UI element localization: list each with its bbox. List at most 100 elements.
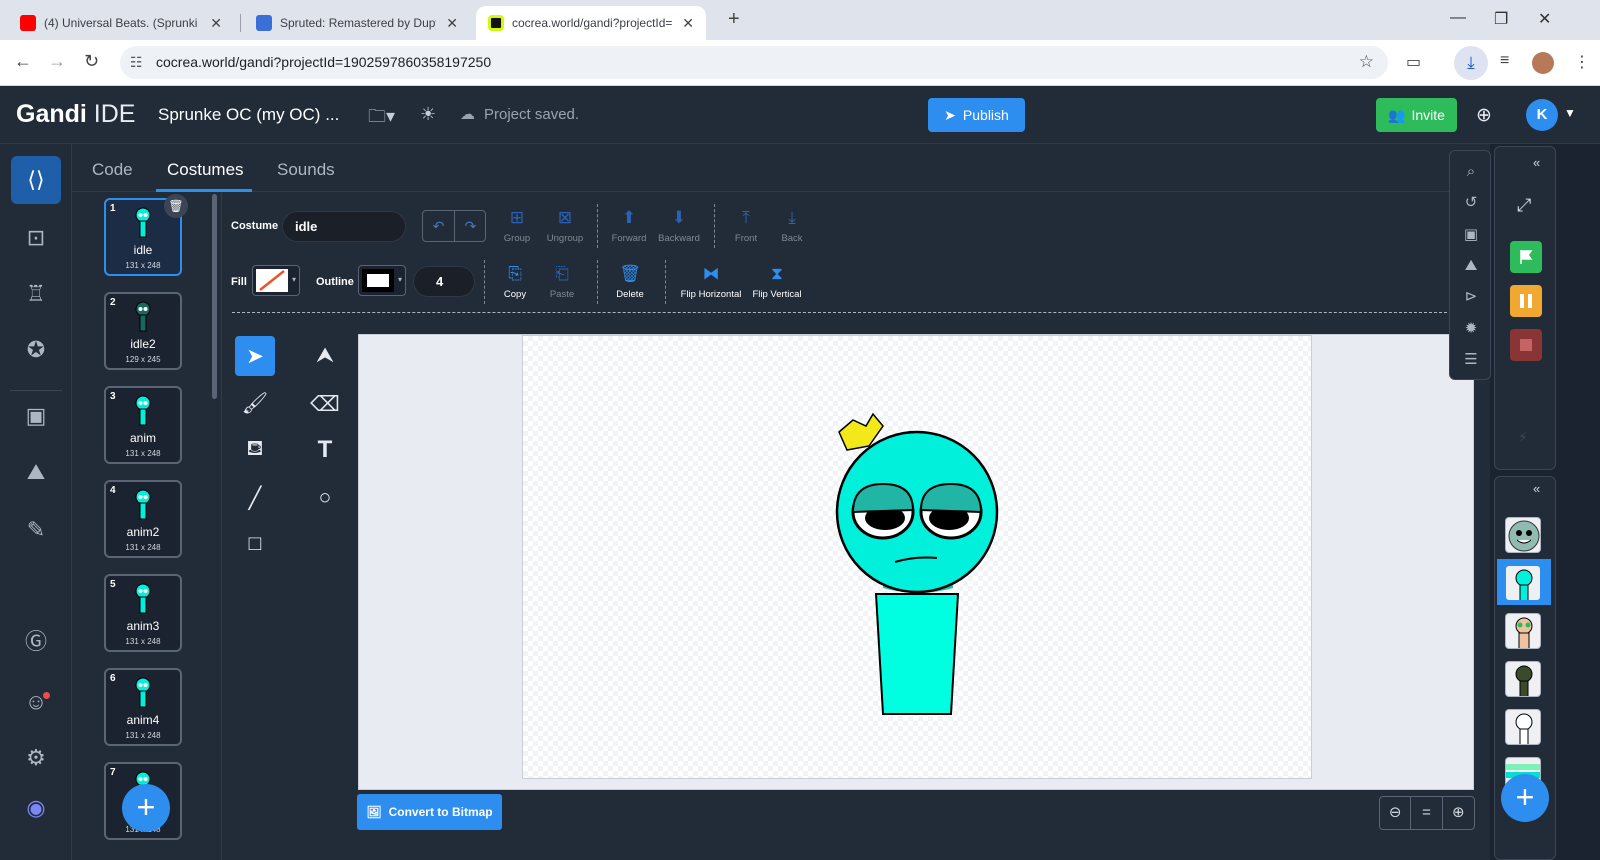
- reshape-tool-icon[interactable]: ⮝: [305, 336, 345, 376]
- forward-button[interactable]: →: [48, 51, 66, 72]
- add-sprite-button[interactable]: +: [1501, 774, 1549, 822]
- browser-tab[interactable]: (4) Universal Beats. (Sprunki + b ✕: [8, 6, 234, 40]
- convert-to-bitmap-button[interactable]: 🖼 Convert to Bitmap: [357, 794, 502, 830]
- flip-horizontal-button[interactable]: ⧓ Flip Horizontal: [680, 264, 742, 300]
- search-code-icon[interactable]: ⌕: [1460, 161, 1482, 183]
- minimize-button[interactable]: —: [1450, 9, 1466, 27]
- badge-icon[interactable]: ✪: [11, 326, 61, 374]
- download-icon[interactable]: ⤓: [1454, 46, 1488, 80]
- chevron-down-icon[interactable]: ▼: [1564, 106, 1576, 120]
- artboard[interactable]: [522, 335, 1312, 779]
- browser-tab-active[interactable]: cocrea.world/gandi?projectId= ✕: [476, 6, 706, 40]
- select-tool-icon[interactable]: ➤: [235, 336, 275, 376]
- redo-icon[interactable]: ↷: [455, 211, 486, 241]
- circle-tool-icon[interactable]: ○: [305, 478, 345, 518]
- cast-icon[interactable]: ▭: [1406, 52, 1421, 72]
- bookmark-star-icon[interactable]: ☆: [1359, 52, 1374, 72]
- close-icon[interactable]: ✕: [682, 15, 694, 32]
- paint-canvas[interactable]: [358, 334, 1474, 790]
- browser-menu-icon[interactable]: ⋮: [1574, 52, 1590, 72]
- close-icon[interactable]: ✕: [210, 15, 222, 32]
- restore-button[interactable]: ❐: [1494, 9, 1508, 29]
- zoom-in-icon[interactable]: ⊕: [1443, 797, 1474, 829]
- sprite-item[interactable]: [1505, 517, 1541, 553]
- omnibox[interactable]: ☷ cocrea.world/gandi?projectId=190259786…: [120, 46, 1388, 79]
- collapse-icon[interactable]: «: [1533, 481, 1540, 496]
- flip-vertical-button[interactable]: ⧗ Flip Vertical: [748, 264, 806, 300]
- eraser-tool-icon[interactable]: ⌫: [305, 384, 345, 424]
- costume-item[interactable]: 6 anim4 131 x 248: [104, 668, 182, 746]
- window-close-button[interactable]: ✕: [1538, 9, 1551, 29]
- code-view-icon[interactable]: ⟨⟩: [11, 156, 61, 204]
- browser-tab[interactable]: Spruted: Remastered by Dupy's ✕: [244, 6, 470, 40]
- green-flag-button[interactable]: [1510, 241, 1542, 273]
- turbo-icon[interactable]: ⚡: [1518, 429, 1528, 446]
- copy-button[interactable]: ⎘ Copy: [488, 264, 542, 300]
- fill-tool-icon[interactable]: ⛾: [235, 430, 275, 470]
- costume-name-input[interactable]: idle: [282, 211, 406, 242]
- costume-item[interactable]: 2 idle2 129 x 245: [104, 292, 182, 370]
- forward-button[interactable]: ⬆ Forward: [602, 208, 656, 244]
- new-tab-button[interactable]: +: [728, 8, 740, 31]
- canvas-scrollbar[interactable]: [1474, 334, 1486, 790]
- debug-icon[interactable]: ✹: [1460, 318, 1482, 340]
- trophy-icon[interactable]: ♖: [11, 270, 61, 318]
- costume-item[interactable]: 5 anim3 131 x 248: [104, 574, 182, 652]
- book-edit-icon[interactable]: ✎: [11, 506, 61, 554]
- reload-button[interactable]: ↻: [84, 51, 99, 72]
- pause-button[interactable]: [1510, 285, 1542, 317]
- document-icon[interactable]: ☰: [1460, 349, 1482, 371]
- ungroup-button[interactable]: ⊠ Ungroup: [538, 208, 592, 244]
- scrollbar[interactable]: [212, 194, 217, 399]
- fullscreen-icon[interactable]: ⤢: [1517, 195, 1531, 216]
- user-avatar[interactable]: K: [1526, 99, 1558, 131]
- outline-width-input[interactable]: 4: [413, 266, 475, 297]
- language-globe-icon[interactable]: ⊕: [1476, 104, 1492, 127]
- fill-color-picker[interactable]: ▾: [252, 265, 300, 296]
- group-button[interactable]: ⊞ Group: [490, 208, 544, 244]
- text-tool-icon[interactable]: T: [305, 430, 345, 470]
- stop-button[interactable]: [1510, 329, 1542, 361]
- folder-icon[interactable]: 🗀▾: [368, 104, 395, 134]
- close-icon[interactable]: ✕: [446, 15, 458, 32]
- terminal-icon[interactable]: ⊳: [1460, 286, 1482, 308]
- collapse-icon[interactable]: «: [1533, 155, 1540, 170]
- site-settings-icon[interactable]: ☷: [130, 54, 143, 71]
- extension-icon[interactable]: ⊡: [11, 214, 61, 262]
- line-tool-icon[interactable]: ╱: [235, 478, 275, 518]
- url-text[interactable]: cocrea.world/gandi?projectId=19025978603…: [156, 54, 491, 70]
- project-title[interactable]: Sprunke OC (my OC) ...: [158, 105, 339, 125]
- publish-button[interactable]: ➤ Publish: [928, 98, 1025, 132]
- undo-icon[interactable]: ↶: [423, 211, 454, 241]
- sprite-item[interactable]: [1505, 709, 1541, 745]
- delete-button[interactable]: 🗑 Delete: [603, 264, 657, 300]
- brush-tool-icon[interactable]: 🖌: [235, 384, 275, 424]
- gandi-icon[interactable]: Ⓖ: [11, 616, 61, 664]
- delete-costume-icon[interactable]: 🗑: [164, 194, 188, 218]
- sprite-item[interactable]: [1505, 565, 1541, 601]
- back-button[interactable]: ⤓ Back: [765, 208, 819, 244]
- lightbulb-icon[interactable]: ☀: [420, 104, 436, 125]
- sprite-item[interactable]: [1505, 613, 1541, 649]
- media-control-icon[interactable]: ≡: [1500, 52, 1509, 70]
- assistant-icon[interactable]: ☺: [11, 678, 61, 726]
- zoom-reset-icon[interactable]: =: [1411, 797, 1443, 829]
- rectangle-tool-icon[interactable]: □: [235, 524, 275, 564]
- tab-costumes[interactable]: Costumes: [167, 160, 244, 180]
- sprite-item[interactable]: [1505, 661, 1541, 697]
- history-icon[interactable]: ↺: [1460, 192, 1482, 214]
- costume-item[interactable]: 3 anim 131 x 248: [104, 386, 182, 464]
- zoom-out-icon[interactable]: ⊖: [1380, 797, 1412, 829]
- costume-drawing[interactable]: [523, 336, 1313, 780]
- tab-code[interactable]: Code: [92, 160, 133, 180]
- backpack-icon[interactable]: ▣: [11, 392, 61, 440]
- invite-button[interactable]: 👥 Invite: [1376, 98, 1457, 132]
- costume-item[interactable]: 4 anim2 131 x 248: [104, 480, 182, 558]
- backward-button[interactable]: ⬇ Backward: [652, 208, 706, 244]
- back-button[interactable]: ←: [14, 51, 32, 72]
- profile-avatar[interactable]: [1532, 52, 1554, 74]
- outline-color-picker[interactable]: ▾: [358, 265, 406, 296]
- gallery-icon[interactable]: ⛰: [1460, 255, 1482, 277]
- settings-icon[interactable]: ⚙: [11, 734, 61, 782]
- discord-icon[interactable]: ◉: [11, 784, 61, 832]
